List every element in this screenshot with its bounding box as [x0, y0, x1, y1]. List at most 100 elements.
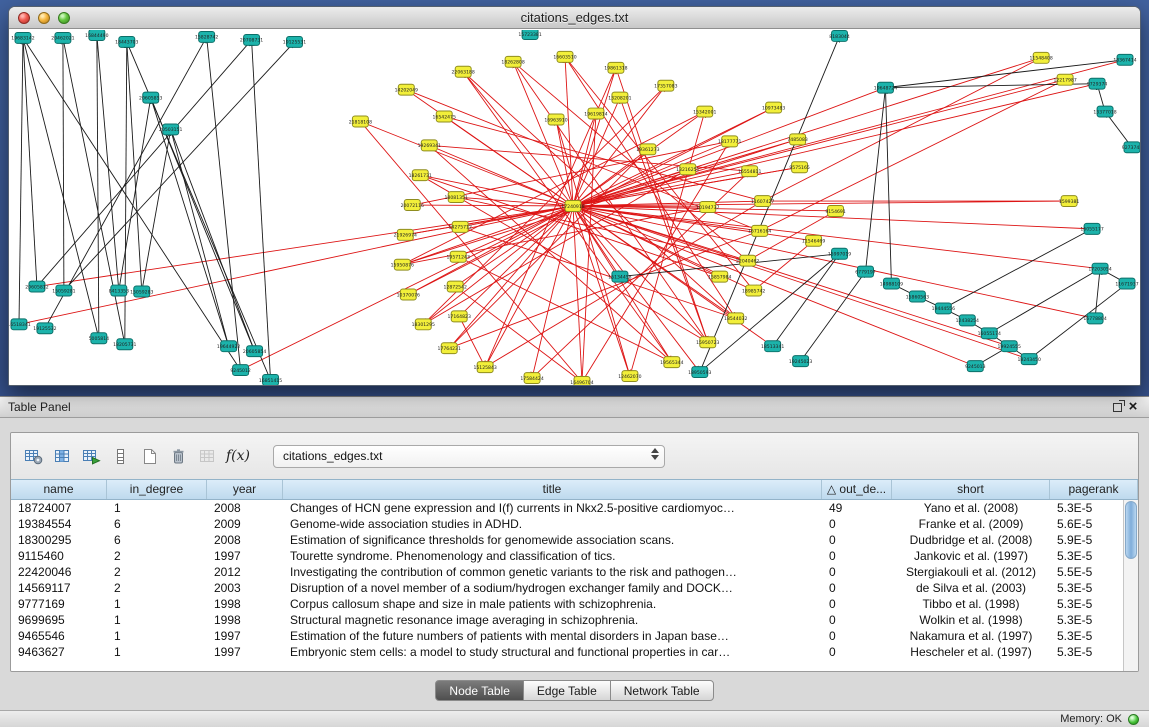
table-row[interactable]: 1872400712008Changes of HCN gene express…: [11, 500, 1138, 516]
import-table-icon[interactable]: [81, 445, 101, 467]
svg-text:8413353: 8413353: [109, 288, 130, 294]
rename-column-icon[interactable]: [197, 445, 217, 467]
svg-text:9154691: 9154691: [825, 209, 846, 215]
cell-short: Nakamura et al. (1997): [892, 628, 1050, 644]
svg-text:18367414: 18367414: [1113, 58, 1136, 64]
close-button[interactable]: [18, 12, 30, 24]
cell-short: Dudbridge et al. (2008): [892, 532, 1050, 548]
desktop-background: citations_edges.txt 19683142204620211684…: [0, 0, 1149, 396]
table-row[interactable]: 1938455462009Genome-wide association stu…: [11, 516, 1138, 532]
tab-edge-table[interactable]: Edge Table: [523, 680, 611, 701]
table-tabs: Node Table Edge Table Network Table: [0, 680, 1149, 701]
table-row[interactable]: 969969511998Structural magnetic resonanc…: [11, 612, 1138, 628]
function-label: f(x): [226, 448, 250, 464]
svg-text:19683142: 19683142: [11, 36, 34, 42]
svg-text:19269341: 19269341: [418, 143, 441, 149]
cell-title: Genome-wide association studies in ADHD.: [283, 516, 822, 532]
column-header-title[interactable]: title: [283, 480, 822, 499]
svg-text:15723381: 15723381: [518, 32, 541, 38]
svg-text:19644922: 19644922: [217, 344, 240, 350]
table-row[interactable]: 946362711997Embryonic stem cells: a mode…: [11, 644, 1138, 660]
network-view[interactable]: 1968314220462021168444901844370315828742…: [9, 30, 1140, 385]
svg-text:9273741: 9273741: [1122, 145, 1140, 151]
table-row[interactable]: 911546021997Tourette syndrome. Phenomeno…: [11, 548, 1138, 564]
cell-name: 9699695: [11, 612, 107, 628]
column-header-short[interactable]: short: [892, 480, 1050, 499]
cell-in_degree: 1: [107, 596, 207, 612]
table-row[interactable]: 946554611997Estimation of the future num…: [11, 628, 1138, 644]
svg-text:13208201: 13208201: [608, 95, 631, 101]
column-header-pagerank[interactable]: pagerank: [1050, 480, 1138, 499]
svg-text:9245012: 9245012: [230, 368, 251, 374]
svg-text:15857984: 15857984: [708, 274, 731, 280]
cell-short: Stergiakouli et al. (2012): [892, 564, 1050, 580]
svg-text:16055174: 16055174: [978, 331, 1001, 337]
scrollbar-thumb[interactable]: [1125, 501, 1137, 559]
network-window-titlebar[interactable]: citations_edges.txt: [9, 7, 1140, 29]
function-builder-icon[interactable]: f(x): [226, 445, 250, 467]
column-header-out_degree[interactable]: △ out_de...: [822, 480, 892, 499]
svg-text:10973483: 10973483: [762, 105, 785, 111]
float-panel-icon[interactable]: [1109, 399, 1125, 415]
svg-text:13377018: 13377018: [1093, 109, 1116, 115]
svg-text:16496704: 16496704: [570, 380, 593, 385]
new-column-icon[interactable]: [139, 445, 159, 467]
svg-text:12217987: 12217987: [1053, 78, 1076, 84]
svg-text:18243450: 18243450: [1018, 357, 1041, 363]
svg-text:12872542: 12872542: [444, 284, 467, 290]
table-row[interactable]: 1456911722003Disruption of a novel membe…: [11, 580, 1138, 596]
column-header-name[interactable]: name: [11, 480, 107, 499]
table-row[interactable]: 977716911998Corpus callosum shape and si…: [11, 596, 1138, 612]
svg-text:16844490: 16844490: [85, 33, 108, 39]
citation-network-graph[interactable]: 1968314220462021168444901844370315828742…: [9, 30, 1140, 385]
svg-text:11607427: 11607427: [751, 199, 774, 205]
svg-text:10194737: 10194737: [696, 205, 719, 211]
cell-out_degree: 0: [822, 532, 892, 548]
cell-year: 1997: [207, 644, 283, 660]
svg-text:15860563: 15860563: [906, 294, 929, 300]
cell-short: Franke et al. (2009): [892, 516, 1050, 532]
cell-title: Changes of HCN gene expression and I(f) …: [283, 500, 822, 516]
cell-short: Wolkin et al. (1998): [892, 612, 1050, 628]
svg-text:18261731: 18261731: [409, 173, 432, 179]
tab-node-table[interactable]: Node Table: [435, 680, 524, 701]
show-columns-icon[interactable]: [52, 445, 72, 467]
cell-title: Structural magnetic resonance image aver…: [283, 612, 822, 628]
column-header-in_degree[interactable]: in_degree: [107, 480, 207, 499]
table-row[interactable]: 2242004622012Investigating the contribut…: [11, 564, 1138, 580]
svg-text:19444556: 19444556: [932, 306, 955, 312]
cell-out_degree: 0: [822, 596, 892, 612]
svg-text:19571243: 19571243: [447, 255, 470, 261]
svg-text:15950876: 15950876: [391, 262, 414, 268]
svg-text:5005814: 5005814: [89, 336, 110, 342]
svg-text:21926974: 21926974: [394, 233, 417, 239]
network-table-select[interactable]: citations_edges.txt: [273, 445, 665, 468]
cell-year: 2012: [207, 564, 283, 580]
svg-text:12462070: 12462070: [618, 374, 641, 380]
cell-title: Disruption of a novel member of a sodium…: [283, 580, 822, 596]
table-mode-icon[interactable]: [23, 445, 43, 467]
row-height-icon[interactable]: [110, 445, 130, 467]
svg-text:19245023: 19245023: [789, 359, 812, 365]
svg-text:12438254: 12438254: [956, 318, 979, 324]
table-body: 1872400712008Changes of HCN gene express…: [11, 500, 1138, 671]
delete-column-icon[interactable]: [168, 445, 188, 467]
cell-in_degree: 2: [107, 580, 207, 596]
column-header-year[interactable]: year: [207, 480, 283, 499]
cell-out_degree: 49: [822, 500, 892, 516]
vertical-scrollbar[interactable]: [1123, 500, 1138, 671]
memory-ok-icon: [1128, 714, 1139, 725]
memory-status-label: Memory: OK: [1060, 713, 1122, 725]
svg-text:16963910: 16963910: [544, 117, 567, 123]
tab-network-table[interactable]: Network Table: [610, 680, 714, 701]
svg-text:9729374: 9729374: [1087, 81, 1108, 87]
svg-text:19924555: 19924555: [998, 344, 1021, 350]
svg-text:16851415: 16851415: [259, 378, 282, 384]
svg-text:14275712: 14275712: [449, 225, 472, 231]
svg-text:6779197: 6779197: [855, 269, 876, 275]
zoom-button[interactable]: [58, 12, 70, 24]
table-row[interactable]: 1830029562008Estimation of significance …: [11, 532, 1138, 548]
minimize-button[interactable]: [38, 12, 50, 24]
svg-text:20605812: 20605812: [25, 284, 48, 290]
close-panel-icon[interactable]: ×: [1125, 399, 1141, 415]
